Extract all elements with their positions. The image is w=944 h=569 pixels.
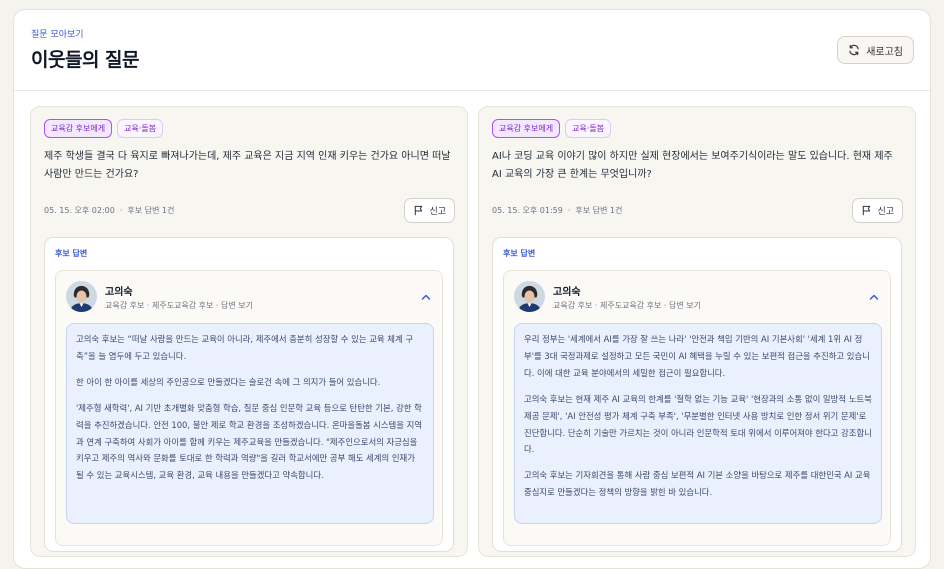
report-button[interactable]: 신고 (404, 198, 455, 223)
candidate-name: 고의숙 (105, 287, 133, 298)
question-text: AI나 코딩 교육 이야기 많이 하지만 실제 현장에서는 보여주기식이라는 말… (492, 151, 893, 180)
panel-header: 질문 모아보기 이웃들의 질문 새로고침 (14, 10, 930, 91)
avatar (66, 281, 97, 312)
tag-target: 교육감 후보에게 (44, 119, 113, 138)
answer-section: 후보 답변 고의숙 교육감 후보 · 제주도교육감 후보 · 답변 보기 (44, 237, 454, 552)
tag-target: 교육감 후보에게 (492, 119, 561, 138)
question-text: 제주 학생들 결국 다 육지로 빠져나가는데, 제주 교육은 지금 지역 인재 … (44, 151, 451, 180)
answer-paragraph: '제주형 새학력', AI 기반 초개별화 맞춤형 학습, 질문 중심 인문학 … (76, 402, 423, 481)
question-card: 교육감 후보에게 교육·돌봄 제주 학생들 결국 다 육지로 빠져나가는데, 제… (30, 106, 468, 557)
report-label: 신고 (429, 207, 446, 217)
answer-count: 후보 답변 1건 (575, 206, 623, 215)
flag-icon (415, 205, 423, 216)
question-card: 교육감 후보에게 교육·돌봄 AI나 코딩 교육 이야기 많이 하지만 실제 현… (478, 106, 916, 557)
answer-text: 우리 정부는 '세계에서 AI를 가장 잘 쓰는 나라' '안전과 책임 기반의… (514, 323, 882, 524)
report-label: 신고 (877, 207, 894, 217)
candidate-subtitle[interactable]: 교육감 후보 · 제주도교육감 후보 · 답변 보기 (553, 300, 701, 311)
answer-text: 고의숙 후보는 “떠날 사람을 만드는 교육이 아니라, 제주에서 충분히 성장… (66, 323, 434, 524)
answer-paragraph: 우리 정부는 '세계에서 AI를 가장 잘 쓰는 나라' '안전과 책임 기반의… (524, 334, 870, 378)
question-date: 05. 15. 오후 02:00 (44, 206, 115, 215)
flag-icon (863, 205, 871, 216)
section-eyebrow: 질문 모아보기 (31, 30, 84, 40)
tag-category: 교육·돌봄 (117, 119, 164, 138)
answer-paragraph: 고의숙 후보는 현재 제주 AI 교육의 한계를 '철학 없는 기능 교육' '… (524, 393, 872, 455)
chevron-up-icon[interactable] (421, 293, 431, 301)
candidate-answer: 고의숙 교육감 후보 · 제주도교육감 후보 · 답변 보기 우리 정부는 '세… (503, 270, 891, 546)
answer-paragraph: 한 아이 한 아이를 세상의 주인공으로 만들겠다는 슬로건 속에 그 의지가 … (76, 376, 381, 387)
avatar (514, 281, 545, 312)
answer-section-label: 후보 답변 (503, 249, 536, 258)
answer-paragraph: 고의숙 후보는 기자회견을 통해 사람 중심 보편적 AI 기본 소양을 바탕으… (524, 470, 871, 498)
question-meta: 05. 15. 오후 02:00 · 후보 답변 1건 (44, 206, 175, 215)
answer-section-label: 후보 답변 (55, 249, 88, 258)
page-title: 이웃들의 질문 (31, 49, 140, 71)
question-meta: 05. 15. 오후 01:59 · 후보 답변 1건 (492, 206, 623, 215)
question-grid: 교육감 후보에게 교육·돌봄 제주 학생들 결국 다 육지로 빠져나가는데, 제… (30, 106, 916, 557)
answer-section: 후보 답변 고의숙 교육감 후보 · 제주도교육감 후보 · 답변 보기 (492, 237, 902, 552)
tag-list: 교육감 후보에게 교육·돌봄 (44, 119, 164, 138)
candidate-answer: 고의숙 교육감 후보 · 제주도교육감 후보 · 답변 보기 고의숙 후보는 “… (55, 270, 443, 546)
candidate-name: 고의숙 (553, 287, 581, 298)
refresh-button[interactable]: 새로고침 (837, 36, 914, 64)
answer-count: 후보 답변 1건 (127, 206, 175, 215)
tag-category: 교육·돌봄 (565, 119, 612, 138)
report-button[interactable]: 신고 (852, 198, 903, 223)
candidate-subtitle[interactable]: 교육감 후보 · 제주도교육감 후보 · 답변 보기 (105, 300, 253, 311)
refresh-icon (849, 44, 859, 56)
chevron-up-icon[interactable] (869, 293, 879, 301)
answer-paragraph: 고의숙 후보는 “떠날 사람을 만드는 교육이 아니라, 제주에서 충분히 성장… (76, 334, 414, 361)
refresh-label: 새로고침 (866, 46, 903, 58)
tag-list: 교육감 후보에게 교육·돌봄 (492, 119, 612, 138)
questions-panel: 질문 모아보기 이웃들의 질문 새로고침 교육감 후보에게 교육·돌봄 제주 학… (13, 9, 931, 569)
question-date: 05. 15. 오후 01:59 (492, 206, 563, 215)
